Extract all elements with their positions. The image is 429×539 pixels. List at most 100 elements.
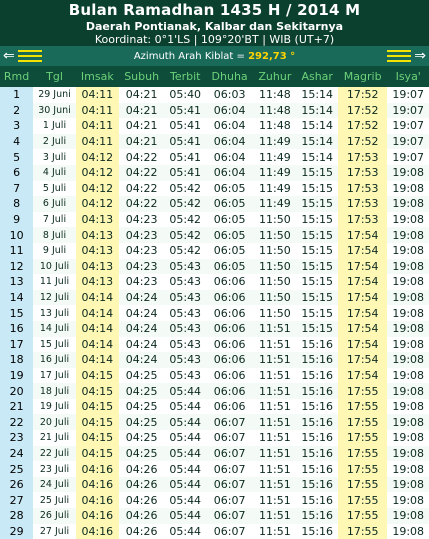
table-cell: 06:06 — [205, 398, 254, 415]
table-cell: 3 — [0, 118, 34, 134]
table-cell: 19:08 — [387, 164, 429, 181]
table-cell: 06:07 — [205, 508, 254, 524]
table-row: 27 25 Juli 04:16 04:26 05:44 06:07 11:51 15:16 1… — [0, 492, 429, 509]
table-cell: 11:49 — [253, 180, 297, 197]
table-cell: 05:42 — [164, 180, 206, 197]
column-header: Subuh — [118, 66, 165, 87]
table-cell: 11:48 — [253, 118, 297, 134]
table-cell: 05:42 — [164, 227, 206, 243]
table-cell: 04:24 — [118, 305, 165, 321]
table-cell: 4 — [0, 133, 34, 150]
column-header: Terbit — [164, 66, 206, 87]
table-cell: 19:07 — [387, 87, 429, 103]
region-label: Daerah Pontianak, Kalbar dan Sekitarnya — [85, 20, 344, 33]
table-row: 19 17 Juli 04:15 04:25 05:43 06:06 11:51 15:16 1… — [0, 367, 429, 384]
table-cell: 11 Juli — [33, 274, 76, 290]
table-cell: 17:52 — [337, 102, 388, 119]
table-cell: 15:16 — [296, 476, 338, 493]
table-cell: 04:23 — [118, 211, 165, 228]
table-cell: 8 — [0, 196, 34, 212]
table-cell: 29 Juni — [33, 87, 76, 103]
table-cell: 06:06 — [205, 305, 254, 321]
table-row: 64 Juli 04:12 04:22 05:41 06:04 11:49 15:15 17:… — [0, 164, 429, 181]
next-arrow-icon[interactable]: ⇒ — [414, 49, 426, 63]
table-row: 18 16 Juli 04:14 04:24 05:43 06:06 11:51 15:16 1… — [0, 352, 429, 368]
table-row: 10 8 Juli 04:13 04:23 05:42 06:05 11:50 15:15 17… — [0, 227, 429, 243]
column-header: Tgl — [33, 66, 76, 87]
table-cell: 06:06 — [205, 383, 254, 399]
table-cell: 04:14 — [75, 320, 119, 337]
table-cell: 11:51 — [253, 523, 297, 539]
table-cell: 04:24 — [118, 352, 165, 368]
table-cell: 05:44 — [164, 430, 206, 446]
table-cell: 19:08 — [387, 492, 429, 509]
table-cell: 15 Juli — [33, 336, 76, 353]
table-cell: 04:23 — [118, 258, 165, 275]
table-cell: 15:14 — [296, 87, 338, 103]
table-cell: 04:26 — [118, 508, 165, 524]
table-cell: 04:12 — [75, 180, 119, 197]
table-row: 20 18 Juli 04:15 04:25 05:44 06:06 11:51 15:16 1… — [0, 383, 429, 399]
table-cell: 11:51 — [253, 398, 297, 415]
table-row: 53 Juli 04:12 04:22 05:41 06:04 11:49 15:14 17:… — [0, 149, 429, 165]
table-cell: 6 Juli — [33, 196, 76, 212]
table-cell: 15:16 — [296, 336, 338, 353]
table-cell: 15:15 — [296, 242, 338, 259]
table-cell: 15:15 — [296, 274, 338, 290]
prev-arrow-icon[interactable]: ⇐ — [3, 49, 15, 63]
table-cell: 17:54 — [337, 289, 388, 306]
table-cell: 11:51 — [253, 336, 297, 353]
table-cell: 04:12 — [75, 149, 119, 165]
menu-left-icon[interactable] — [17, 50, 42, 62]
table-cell: 20 — [0, 383, 34, 399]
table-cell: 21 Juli — [33, 430, 76, 446]
table-cell: 06:07 — [205, 476, 254, 493]
table-cell: 05:43 — [164, 258, 206, 275]
menu-right-icon[interactable] — [387, 50, 412, 62]
table-cell: 19:08 — [387, 336, 429, 353]
table-cell: 06:07 — [205, 414, 254, 431]
table-cell: 15:15 — [296, 196, 338, 212]
table-cell: 16 Juli — [33, 352, 76, 368]
table-cell: 11:49 — [253, 196, 297, 212]
table-cell: 17:54 — [337, 258, 388, 275]
table-cell: 11:50 — [253, 211, 297, 228]
table-row: 17 15 Juli 04:14 04:24 05:43 06:06 11:51 15:16 1… — [0, 336, 429, 353]
table-cell: 05:43 — [164, 274, 206, 290]
table-cell: 18 — [0, 352, 34, 368]
table-cell: 22 Juli — [33, 445, 76, 462]
table-cell: 17:55 — [337, 492, 388, 509]
table-cell: 15:16 — [296, 523, 338, 539]
table-cell: 11:50 — [253, 242, 297, 259]
table-cell: 06:05 — [205, 258, 254, 275]
table-cell: 04:16 — [75, 508, 119, 524]
table-cell: 19:08 — [387, 461, 429, 477]
table-cell: 04:11 — [75, 87, 119, 103]
table-row: 28 26 Juli 04:16 04:26 05:44 06:07 11:51 15:16 1… — [0, 508, 429, 524]
table-cell: 21 — [0, 398, 34, 415]
table-cell: 05:41 — [164, 164, 206, 181]
table-cell: 11:50 — [253, 227, 297, 243]
table-cell: 8 Juli — [33, 227, 76, 243]
table-cell: 19 Juli — [33, 398, 76, 415]
table-cell: 22 — [0, 414, 34, 431]
table-cell: 05:43 — [164, 289, 206, 306]
table-cell: 04:14 — [75, 305, 119, 321]
table-cell: 04:24 — [118, 320, 165, 337]
table-cell: 26 Juli — [33, 508, 76, 524]
table-cell: 04:11 — [75, 118, 119, 134]
table-cell: 15:14 — [296, 102, 338, 119]
table-cell: 24 — [0, 445, 34, 462]
nav-right: ⇒ — [387, 46, 426, 66]
table-cell: 05:44 — [164, 414, 206, 431]
table-cell: 15 — [0, 305, 34, 321]
table-cell: 11:48 — [253, 102, 297, 119]
table-cell: 2 Juli — [33, 133, 76, 150]
page-title: Bulan Ramadhan 1435 H / 2014 M — [68, 1, 361, 19]
table-cell: 15:16 — [296, 492, 338, 509]
table-cell: 18 Juli — [33, 383, 76, 399]
table-cell: 04:23 — [118, 274, 165, 290]
table-row: 29 27 Juli 04:16 04:26 05:44 06:07 11:51 15:16 1… — [0, 523, 429, 539]
table-cell: 26 — [0, 476, 34, 493]
table-cell: 05:44 — [164, 383, 206, 399]
